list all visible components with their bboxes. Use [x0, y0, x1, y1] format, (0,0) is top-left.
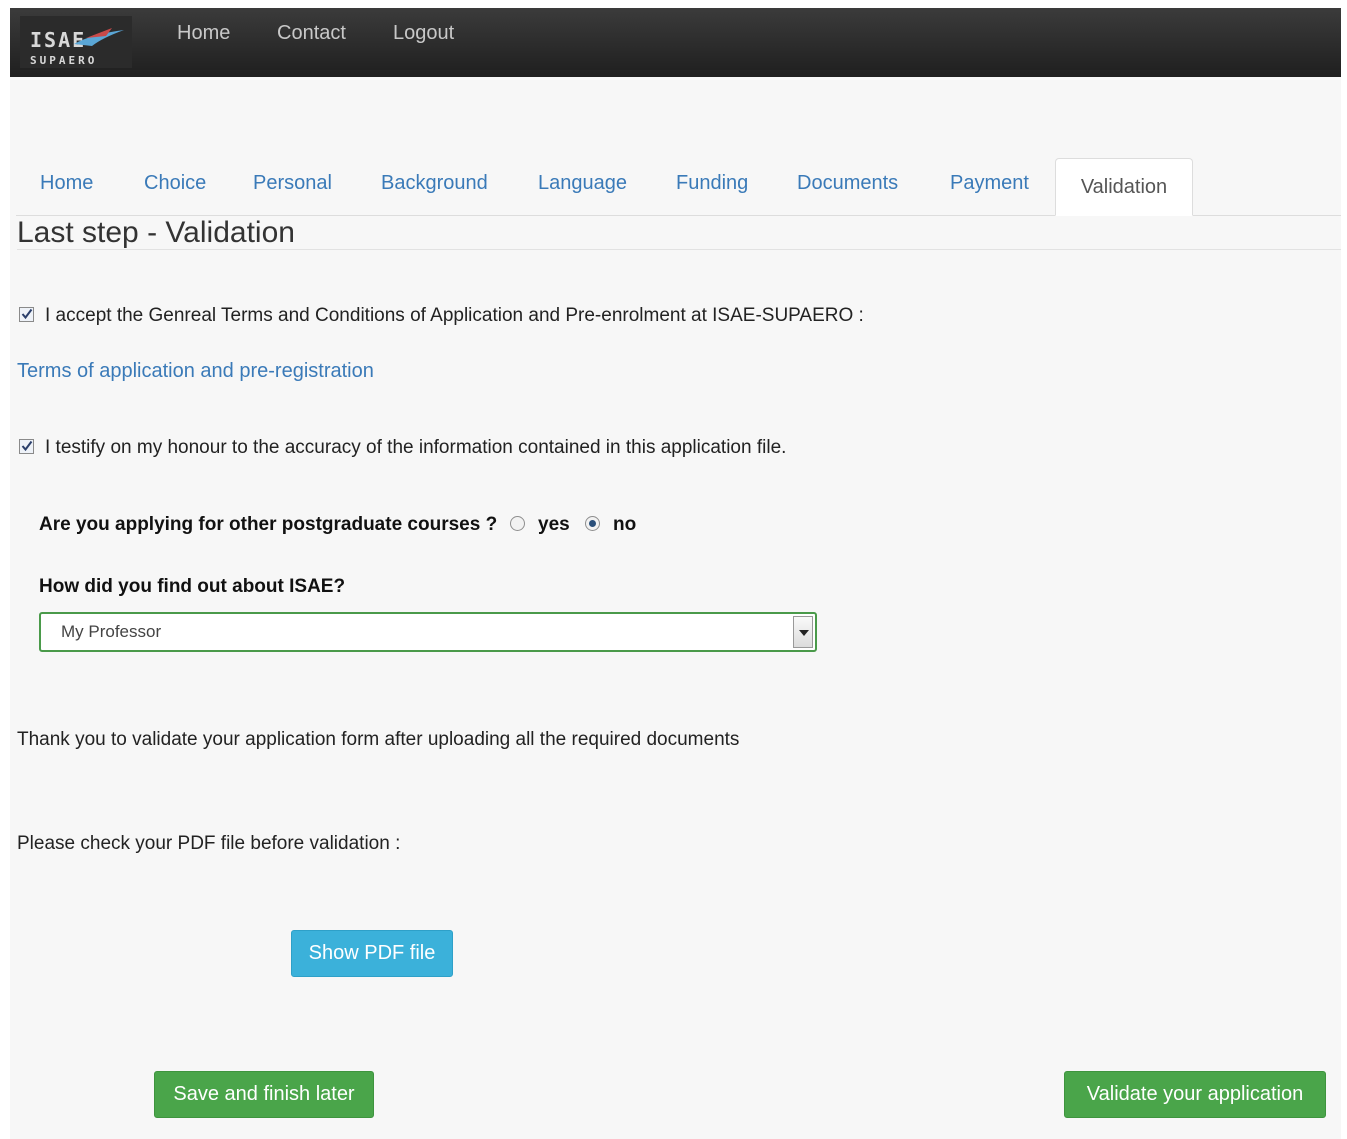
save-later-button[interactable]: Save and finish later: [154, 1071, 374, 1118]
other-courses-no-radio[interactable]: [585, 516, 600, 531]
isae-supaero-logo[interactable]: ISAE SUPAERO: [20, 16, 132, 68]
terms-link[interactable]: Terms of application and pre-registratio…: [17, 360, 374, 383]
other-courses-no-label: no: [613, 514, 637, 535]
page-title: Last step - Validation: [17, 216, 295, 249]
find-out-selected-value: My Professor: [61, 622, 162, 641]
pdf-note: Please check your PDF file before valida…: [17, 833, 401, 854]
page-container: ISAE SUPAERO Home Contact Logout Home Ch…: [10, 8, 1341, 1139]
show-pdf-button[interactable]: Show PDF file: [291, 930, 453, 977]
nav-home-link[interactable]: Home: [177, 22, 230, 45]
nav-logout-link[interactable]: Logout: [393, 22, 454, 45]
find-out-select[interactable]: My Professor: [39, 612, 817, 652]
validate-note: Thank you to validate your application f…: [17, 729, 740, 750]
logo-swoosh-icon: [74, 28, 124, 46]
other-courses-yes-radio[interactable]: [510, 516, 525, 531]
nav-contact-link[interactable]: Contact: [277, 22, 346, 45]
tab-home[interactable]: Home: [40, 172, 93, 195]
tab-funding[interactable]: Funding: [676, 172, 748, 195]
checkmark-icon: [21, 308, 33, 320]
tab-language[interactable]: Language: [538, 172, 627, 195]
checkmark-icon: [21, 440, 33, 452]
honour-checkbox-label: I testify on my honour to the accuracy o…: [45, 437, 787, 458]
find-out-question: How did you find out about ISAE?: [39, 576, 346, 597]
tab-payment[interactable]: Payment: [950, 172, 1029, 195]
terms-checkbox-label: I accept the Genreal Terms and Condition…: [45, 305, 864, 326]
logo-text-bottom: SUPAERO: [30, 54, 98, 67]
tab-documents[interactable]: Documents: [797, 172, 898, 195]
tab-background[interactable]: Background: [381, 172, 488, 195]
honour-checkbox[interactable]: [19, 439, 34, 454]
application-steps-tabs: Home Choice Personal Background Language…: [16, 158, 1341, 216]
other-courses-question: Are you applying for other postgraduate …: [39, 514, 498, 535]
validate-application-button[interactable]: Validate your application: [1064, 1071, 1326, 1118]
tab-choice[interactable]: Choice: [144, 172, 206, 195]
tab-personal[interactable]: Personal: [253, 172, 332, 195]
terms-checkbox[interactable]: [19, 307, 34, 322]
chevron-down-icon[interactable]: [793, 616, 813, 648]
title-divider: [17, 249, 1341, 250]
other-courses-yes-label: yes: [538, 514, 570, 535]
tab-validation[interactable]: Validation: [1055, 158, 1193, 216]
top-navbar: ISAE SUPAERO Home Contact Logout: [10, 8, 1341, 77]
